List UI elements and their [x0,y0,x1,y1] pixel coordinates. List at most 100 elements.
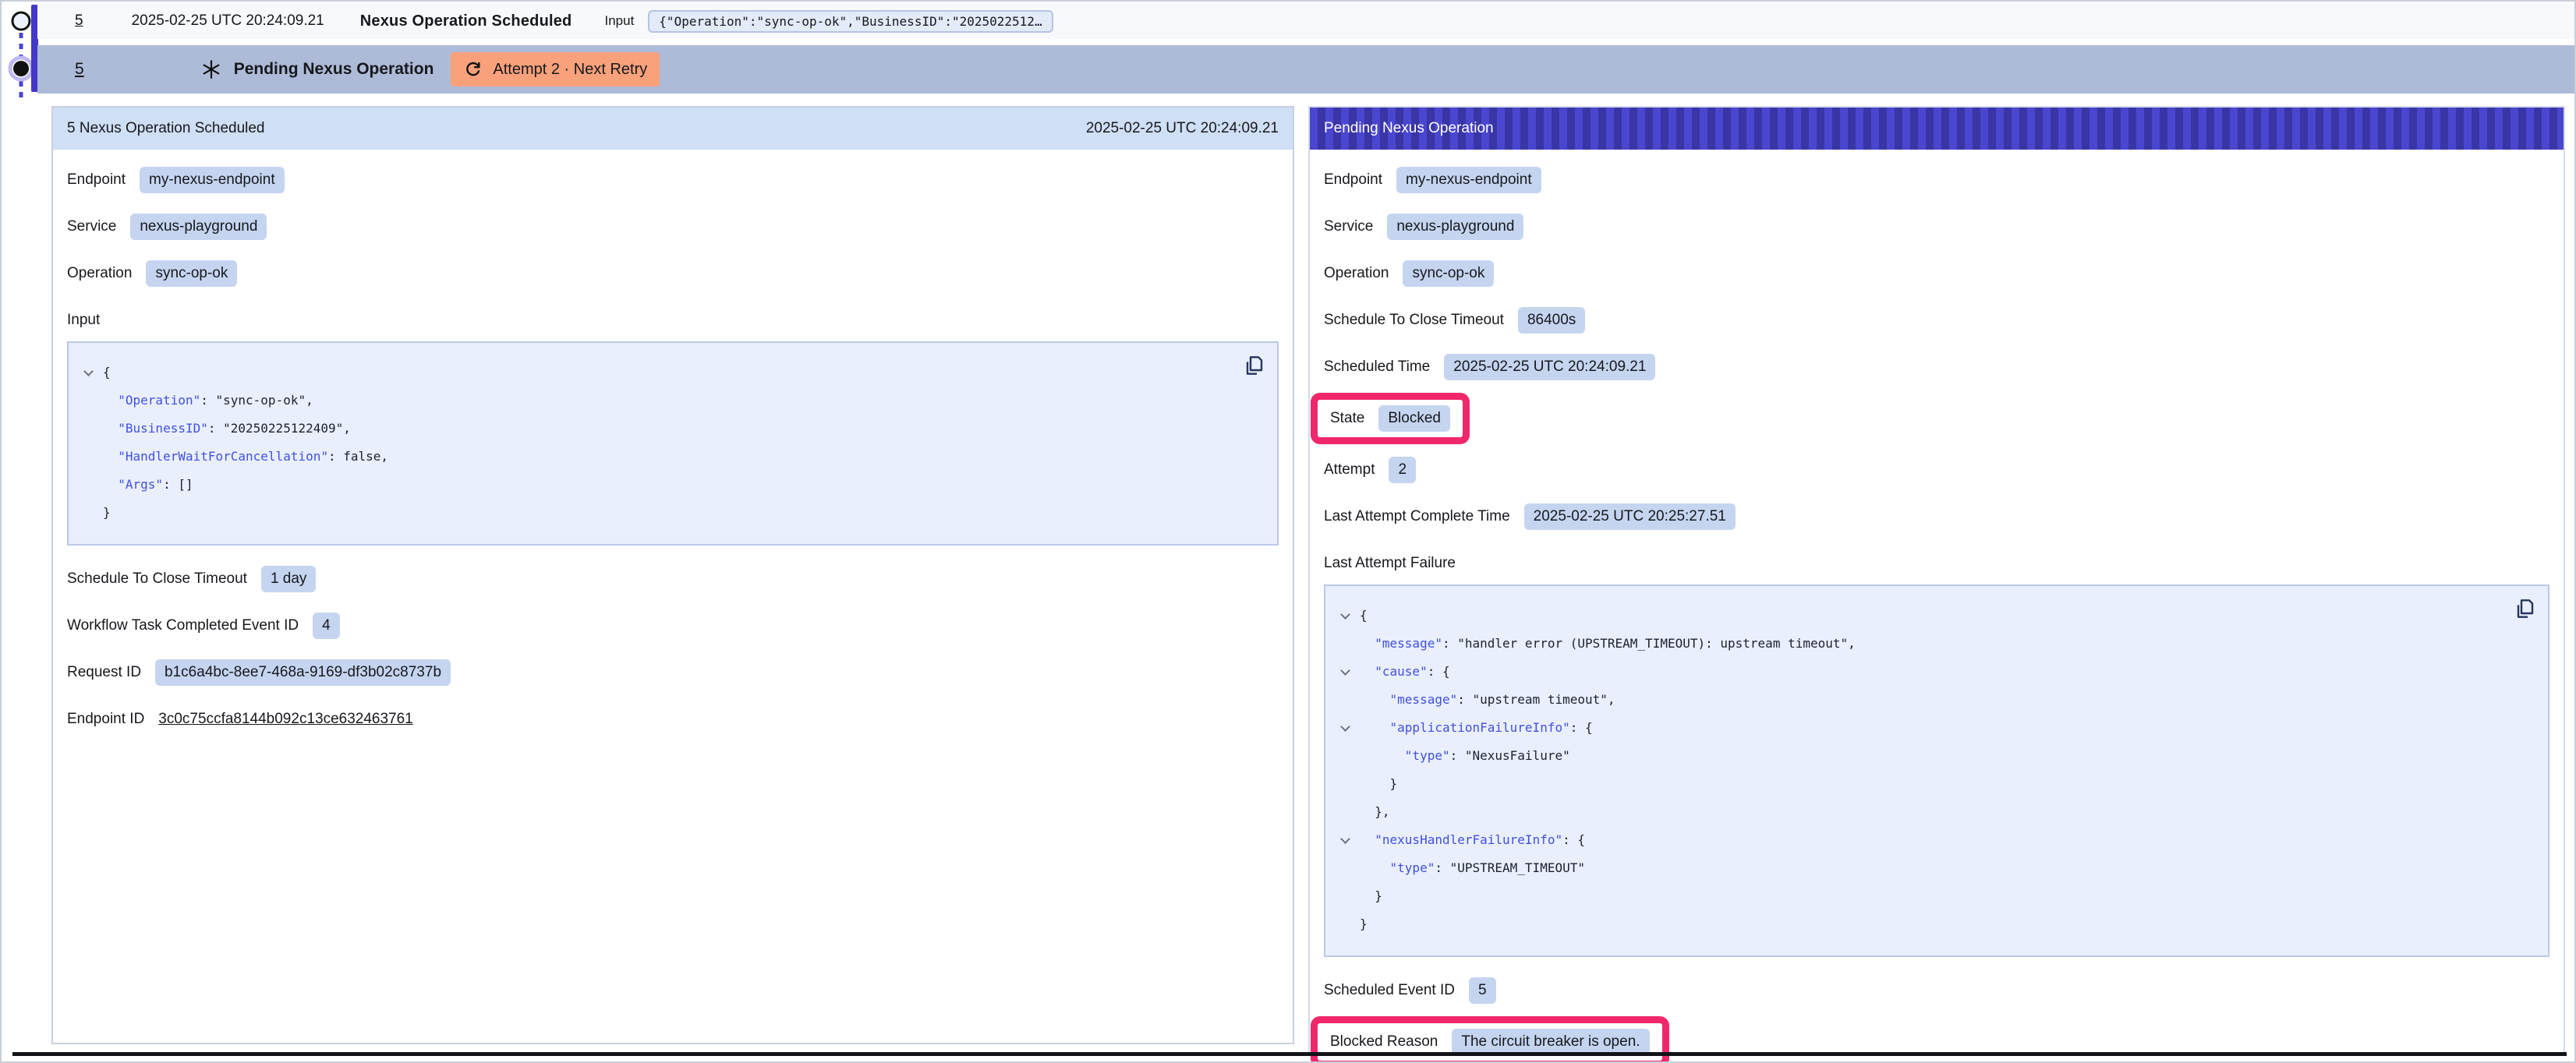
event-card-title: 5 Nexus Operation Scheduled [67,120,265,137]
code-gutter [73,415,103,443]
field-value-chip: 5 [1469,977,1496,1004]
code-gutter [73,443,103,471]
field-value-chip: 2 [1389,457,1416,483]
code-text: "nexusHandlerFailureInfo": { [1360,826,1585,854]
timeline-marker-open-circle [12,12,30,30]
code-gutter [73,471,103,499]
event-timestamp: 2025-02-25 UTC 20:24:09.21 [132,12,324,30]
event-card-body: Endpointmy-nexus-endpoint Servicenexus-pl… [53,150,1293,770]
code-gutter [1330,630,1360,658]
code-text: "cause": { [1360,658,1450,686]
input-json-label: Input [67,312,100,329]
code-text: "Args": [] [103,471,193,499]
code-text: } [1360,882,1382,910]
pending-operation-title: Pending Nexus Operation [234,60,434,79]
field-label: Endpoint [1324,171,1382,189]
field-value-chip: 2025-02-25 UTC 20:25:27.51 [1524,503,1736,530]
annotation-highlight-box: Blocked ReasonThe circuit breaker is ope… [1311,1016,1669,1063]
code-text: "Operation": "sync-op-ok", [103,387,313,415]
field-row-endpoint: Endpoint my-nexus-endpoint [1324,167,2549,193]
code-text: } [1360,910,1368,938]
code-gutter [1330,742,1360,770]
code-line: } [1330,770,2504,798]
code-text: "HandlerWaitForCancellation": false, [103,443,388,471]
code-text: }, [1360,798,1390,826]
field-row-workflow-task-completed-event-id: Workflow Task Completed Event ID 4 [67,613,1279,639]
code-gutter [1330,798,1360,826]
field-label: Scheduled Event ID [1324,982,1455,999]
event-summary-row[interactable]: 5 2025-02-25 UTC 20:24:09.21 Nexus Opera… [37,3,2576,39]
field-value-chip: my-nexus-endpoint [1396,167,1541,193]
code-line: } [1330,910,2504,938]
field-row-state: StateBlocked [1324,401,2549,436]
code-text: "type": "NexusFailure" [1360,742,1570,770]
code-text: "message": "handler error (UPSTREAM_TIME… [1360,630,1856,658]
code-line: "message": "handler error (UPSTREAM_TIME… [1330,630,2504,658]
field-label: Operation [67,265,132,282]
annotation-highlight-box: StateBlocked [1311,393,1470,444]
event-card-timestamp: 2025-02-25 UTC 20:24:09.21 [1086,120,1279,137]
copy-button[interactable] [1240,352,1268,380]
code-text: { [103,358,111,387]
field-label: Request ID [67,664,141,681]
pending-card-header: Pending Nexus Operation [1310,108,2564,150]
code-line: "Operation": "sync-op-ok", [73,387,1233,415]
code-line: }, [1330,798,2504,826]
collapse-chevron-icon[interactable] [1330,826,1360,854]
code-gutter [1330,882,1360,910]
field-value-chip: 4 [313,613,340,639]
field-row-service: Servicenexus-playground [67,214,1279,240]
code-line: "nexusHandlerFailureInfo": { [1330,826,2504,854]
pending-operation-row[interactable]: 5 Pending Nexus Operation Attempt 2 · Ne… [37,45,2576,94]
code-line: "message": "upstream timeout", [1330,686,2504,714]
field-value-chip: 86400s [1518,307,1585,334]
field-label: Workflow Task Completed Event ID [67,617,299,634]
field-value-chip: b1c6a4bc-8ee7-468a-9169-df3b02c8737b [155,659,451,686]
code-gutter [1330,910,1360,938]
field-value-chip: 2025-02-25 UTC 20:24:09.21 [1444,354,1655,380]
field-value-chip: nexus-playground [1387,214,1523,240]
code-text: "message": "upstream timeout", [1360,686,1615,714]
field-row-operation: Operationsync-op-ok [67,260,1279,287]
field-row-schedule-to-close-timeout: Schedule To Close Timeout86400s [1324,307,2549,334]
retry-badge-label: Attempt 2 · Next Retry [493,61,647,79]
field-label: Schedule To Close Timeout [67,570,247,588]
timeline-marker-filled-circle [13,61,29,76]
field-label: Last Attempt Complete Time [1324,508,1510,525]
field-label: Scheduled Time [1324,358,1430,376]
field-value-chip: The circuit breaker is open. [1452,1029,1649,1055]
field-value-chip: my-nexus-endpoint [140,167,285,193]
pending-id-link[interactable]: 5 [75,60,84,79]
event-id-link[interactable]: 5 [75,12,83,30]
code-text: "applicationFailureInfo": { [1360,714,1593,742]
collapse-chevron-icon[interactable] [1330,658,1360,686]
code-gutter [73,387,103,415]
code-gutter [1330,854,1360,882]
code-line: { [1330,602,2504,630]
field-row-last-attempt-complete-time: Last Attempt Complete Time 2025-02-25 UTC… [1324,503,2549,530]
asterisk-icon [201,59,221,79]
code-line: { [73,358,1233,387]
expanded-row-bottom-border [12,1052,2567,1056]
field-row-request-id: Request ID b1c6a4bc-8ee7-468a-9169-df3b02… [67,659,1279,686]
field-row-endpoint: Endpointmy-nexus-endpoint [67,167,1279,193]
input-preview-chip: {"Operation":"sync-op-ok","BusinessID":"… [648,10,1053,33]
collapse-chevron-icon[interactable] [1330,602,1360,630]
collapse-chevron-icon[interactable] [1330,714,1360,742]
field-value-chip: Blocked [1378,405,1450,432]
collapse-chevron-icon[interactable] [73,358,103,387]
retry-icon [463,59,483,79]
event-details-card: 5 Nexus Operation Scheduled 2025-02-25 U… [51,106,1294,1044]
field-label: Operation [1324,265,1389,282]
pending-card-body: Endpointmy-nexus-endpointServicenexus-pl… [1310,150,2564,1063]
field-value-link[interactable]: 3c0c75ccfa8144b092c13ce632463761 [158,711,412,728]
code-line: "Args": [] [73,471,1233,499]
code-line: } [73,499,1233,527]
field-label: Endpoint ID [67,711,144,728]
field-label: Attempt [1324,461,1375,479]
field-row-schedule-to-close-timeout: Schedule To Close Timeout1 day [67,566,1279,592]
code-line: "BusinessID": "20250225122409", [73,415,1233,443]
field-value-chip: sync-op-ok [1403,260,1494,287]
copy-button[interactable] [2511,595,2539,623]
code-gutter [1330,770,1360,798]
